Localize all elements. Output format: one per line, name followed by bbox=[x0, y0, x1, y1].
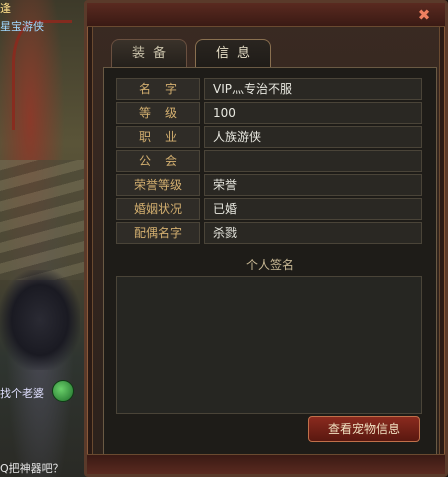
scene-text-top: 逢 bbox=[0, 2, 11, 15]
info-row-spouse-name: 配偶名字 杀戮 bbox=[116, 222, 422, 244]
info-label: 婚姻状况 bbox=[116, 198, 200, 220]
character-info-panel: ✖ 装备 信息 名字 VIP灬专治不服 等级 100 职业 人族游侠 公会 荣誉 bbox=[84, 0, 448, 477]
info-label: 荣誉等级 bbox=[116, 174, 200, 196]
info-row-marital-status: 婚姻状况 已婚 bbox=[116, 198, 422, 220]
info-value: 已婚 bbox=[204, 198, 422, 220]
info-row-guild: 公会 bbox=[116, 150, 422, 172]
info-row-honor-level: 荣誉等级 荣誉 bbox=[116, 174, 422, 196]
signature-box bbox=[116, 276, 422, 414]
info-label: 等级 bbox=[116, 102, 200, 124]
player-name-label[interactable]: 星宝游侠 bbox=[0, 18, 44, 34]
tab-bar: 装备 信息 bbox=[111, 39, 271, 67]
signature-title: 个人签名 bbox=[245, 258, 294, 272]
info-value: 100 bbox=[204, 102, 422, 124]
info-value: VIP灬专治不服 bbox=[204, 78, 422, 100]
panel-footer-bar bbox=[87, 454, 445, 474]
info-label: 职业 bbox=[116, 126, 200, 148]
info-label: 配偶名字 bbox=[116, 222, 200, 244]
info-value bbox=[204, 150, 422, 172]
info-row-name: 名字 VIP灬专治不服 bbox=[116, 78, 422, 100]
info-content-frame: 名字 VIP灬专治不服 等级 100 职业 人族游侠 公会 荣誉等级 荣誉 婚姻… bbox=[103, 67, 437, 459]
beast-sprite bbox=[0, 270, 80, 370]
close-button[interactable]: ✖ bbox=[415, 7, 433, 23]
info-value: 荣誉 bbox=[204, 174, 422, 196]
chat-bubble-text: 找个老婆 bbox=[0, 387, 44, 400]
panel-header-bar[interactable] bbox=[87, 3, 445, 27]
npc-avatar-icon[interactable] bbox=[52, 380, 74, 402]
info-label: 名字 bbox=[116, 78, 200, 100]
info-value: 人族游侠 bbox=[204, 126, 422, 148]
info-value: 杀戮 bbox=[204, 222, 422, 244]
info-row-level: 等级 100 bbox=[116, 102, 422, 124]
tab-equipment[interactable]: 装备 bbox=[111, 39, 187, 67]
tab-info[interactable]: 信息 bbox=[195, 39, 271, 67]
info-row-class: 职业 人族游侠 bbox=[116, 126, 422, 148]
info-table: 名字 VIP灬专治不服 等级 100 职业 人族游侠 公会 荣誉等级 荣誉 婚姻… bbox=[116, 78, 422, 246]
view-pet-info-button[interactable]: 查看宠物信息 bbox=[308, 416, 420, 442]
chat-line-text: Q把神器吧？ bbox=[0, 462, 64, 475]
deer-antler-decoration bbox=[12, 20, 72, 130]
info-label: 公会 bbox=[116, 150, 200, 172]
